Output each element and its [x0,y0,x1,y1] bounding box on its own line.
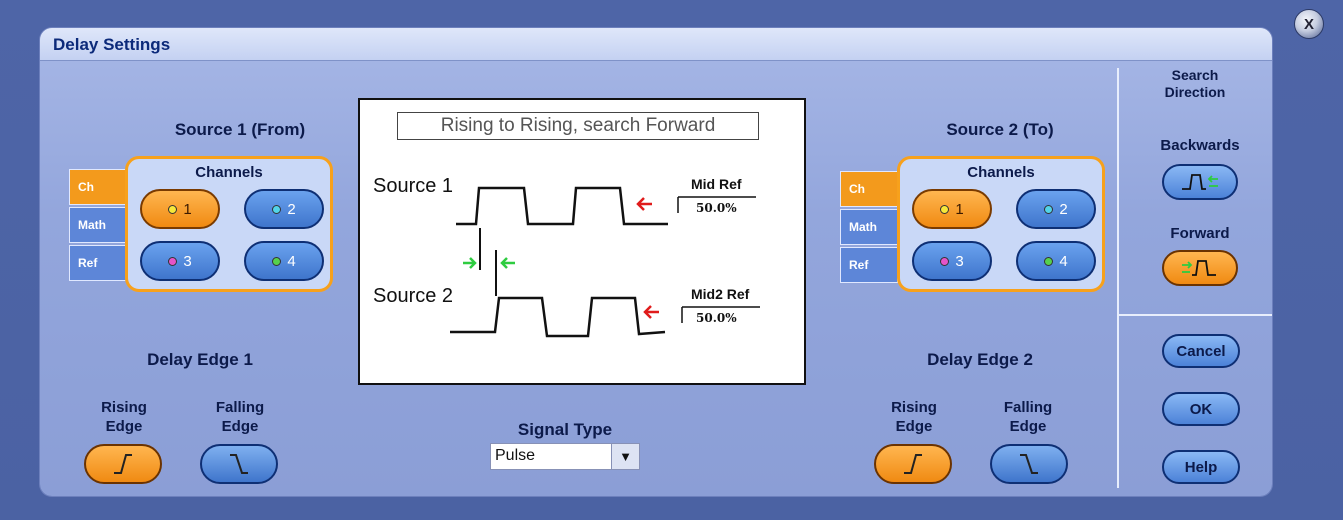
source1-channels-panel: Channels 1 2 3 4 [125,156,333,292]
source2-waveform [450,296,666,338]
channel-label: 2 [1059,200,1068,218]
edge1-falling-label: Falling Edge [200,398,280,436]
label-line: Rising [101,399,147,416]
channel-label: 3 [183,252,192,270]
source2-channels-panel: Channels 1 2 3 4 [897,156,1105,292]
channel-1-color-icon [168,204,178,214]
signal-type-value: Pulse [495,447,536,464]
search-forward-button[interactable] [1162,250,1238,286]
source1-waveform [456,186,668,226]
source1-title: Source 1 (From) [174,120,306,139]
dialog-titlebar: Delay Settings [40,28,1272,61]
source1-tab-ref[interactable]: Ref [69,245,127,281]
label-line: Rising [891,399,937,416]
right-panel-separator [1117,68,1119,488]
help-button[interactable]: Help [1162,450,1240,484]
dialog-title: Delay Settings [53,35,171,54]
rising-edge-icon [114,454,132,474]
signal-type-label: Signal Type [517,420,613,439]
label-line: Falling [215,399,265,416]
source1-tab-math[interactable]: Math [69,207,127,243]
edge1-rising-label: Rising Edge [84,398,164,436]
delay-preview-panel: Rising to Rising, search Forward Source … [358,98,806,385]
label-line: Direction [1164,84,1226,100]
channel-label: 4 [1059,252,1068,270]
rising-edge-icon [904,454,922,474]
channel-2-color-icon [272,204,282,214]
edge2-falling-button[interactable] [990,444,1068,484]
signal-type-select[interactable]: Pulse ▼ [490,443,640,470]
green-arrow-right-icon [463,257,477,269]
channel-3-color-icon [168,256,178,266]
source2-channel-2-button[interactable]: 2 [1016,189,1096,229]
source2-tab-ch[interactable]: Ch [840,171,898,207]
source1-channels-title: Channels [195,164,263,181]
source2-channels-title: Channels [967,164,1035,181]
channel-2-color-icon [1044,204,1054,214]
source2-title: Source 2 (To) [946,120,1054,139]
close-button[interactable]: X [1294,9,1324,39]
search-backwards-button[interactable] [1162,164,1238,200]
red-arrow-icon [636,197,652,211]
dropdown-arrow-icon[interactable]: ▼ [611,444,639,469]
source2-channel-4-button[interactable]: 4 [1016,241,1096,281]
channel-label: 3 [955,252,964,270]
source2-channel-3-button[interactable]: 3 [912,241,992,281]
source1-tab-ch[interactable]: Ch [69,169,127,205]
delay-edge1-title: Delay Edge 1 [147,350,253,369]
right-panel-divider [1117,314,1272,316]
ok-button[interactable]: OK [1162,392,1240,426]
label-line: Edge [1009,418,1047,435]
source2-channel-1-button[interactable]: 1 [912,189,992,229]
label-line: Edge [105,418,143,435]
backwards-pulse-icon [1182,174,1218,190]
forward-pulse-icon [1182,260,1216,276]
channel-label: 1 [183,200,192,218]
edge1-falling-button[interactable] [200,444,278,484]
source1-channel-3-button[interactable]: 3 [140,241,220,281]
channel-label: 2 [287,200,296,218]
falling-edge-icon [1020,454,1038,474]
channel-1-color-icon [940,204,950,214]
label-line: Edge [895,418,933,435]
backwards-label: Backwards [1160,137,1240,154]
edge1-rising-button[interactable] [84,444,162,484]
cancel-button[interactable]: Cancel [1162,334,1240,368]
source2-tabs: Ch Math Ref [840,171,898,285]
channel-3-color-icon [940,256,950,266]
channel-4-color-icon [272,256,282,266]
search-direction-title: Search Direction [1140,67,1250,101]
source1-channel-2-button[interactable]: 2 [244,189,324,229]
source2-tab-math[interactable]: Math [840,209,898,245]
red-arrow-icon [643,305,659,319]
channel-label: 4 [287,252,296,270]
channel-4-color-icon [1044,256,1054,266]
source1-channel-1-button[interactable]: 1 [140,189,220,229]
green-arrow-left-icon [500,257,515,269]
close-icon: X [1303,15,1314,33]
falling-edge-icon [230,454,248,474]
label-line: Edge [221,418,259,435]
waveform-diagram [450,186,760,338]
label-line: Falling [1003,399,1053,416]
delay-settings-dialog: Delay Settings Source 1 (From) Ch Math R… [40,28,1272,496]
channel-label: 1 [955,200,964,218]
delay-edge2-title: Delay Edge 2 [927,350,1033,369]
edge2-rising-button[interactable] [874,444,952,484]
edge2-falling-label: Falling Edge [988,398,1068,436]
forward-label: Forward [1170,225,1230,242]
label-line: Search [1171,67,1219,83]
edge2-rising-label: Rising Edge [874,398,954,436]
source2-tab-ref[interactable]: Ref [840,247,898,283]
source1-channel-4-button[interactable]: 4 [244,241,324,281]
source1-tabs: Ch Math Ref [69,169,127,283]
